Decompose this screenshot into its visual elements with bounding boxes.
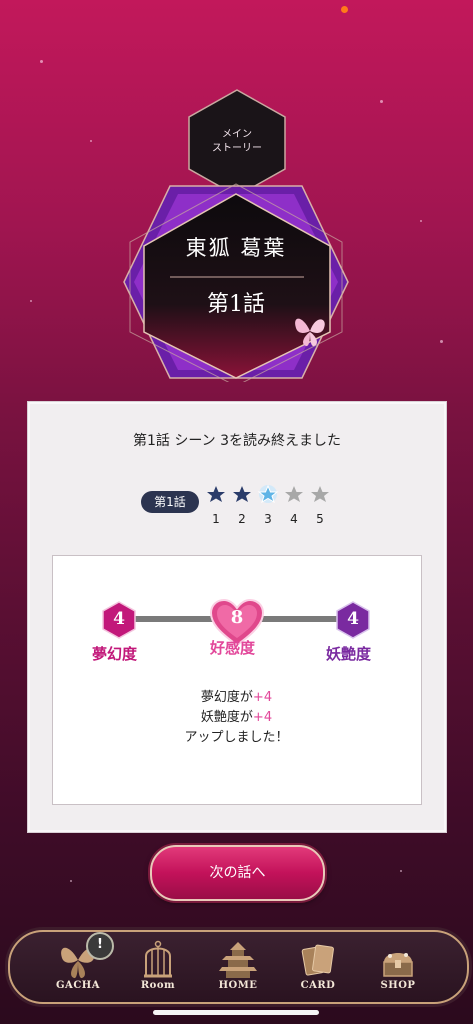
scene-number: 5 <box>316 512 324 526</box>
dream-stat-value: 4 <box>113 609 125 629</box>
cards-icon <box>301 944 334 976</box>
character-name: 東狐 葛葉 <box>185 236 287 260</box>
sparkle <box>380 100 383 103</box>
scene-number: 1 <box>212 512 220 526</box>
sparkle <box>40 60 43 63</box>
stat-line-3: アップしました！ <box>184 730 289 745</box>
sparkle <box>90 140 92 142</box>
stat-line-1-text: 夢幻度が <box>200 690 253 705</box>
pagoda-icon <box>219 942 257 978</box>
scene-numbers: 1 2 3 4 5 <box>203 512 333 528</box>
birdcage-icon <box>144 940 172 978</box>
title-divider <box>170 276 304 278</box>
sparkle <box>70 880 72 882</box>
category-line1: メイン <box>222 129 252 140</box>
stat-change-text: 夢幻度が+4 妖艶度が+4 アップしました！ <box>0 688 473 748</box>
nav-shop-label: SHOP <box>380 980 416 991</box>
stat-line-2: 妖艶度が+4 <box>0 708 473 728</box>
home-indicator <box>153 1010 319 1015</box>
completion-message: 第1話 シーン 3を読み終えました <box>132 433 341 449</box>
scene-star-2 <box>233 486 251 502</box>
status-indicator-dot <box>341 6 348 13</box>
gacha-notification-badge: ! <box>86 932 114 960</box>
stat-line-2-text: 妖艶度が <box>200 710 253 725</box>
category-label: メイン ストーリー <box>186 128 288 156</box>
next-episode-button[interactable]: 次の話へ <box>150 845 325 901</box>
sparkle <box>440 340 443 343</box>
affection-stat-value: 8 <box>230 607 244 628</box>
sparkle <box>400 870 402 872</box>
scene-progress-stars <box>207 484 329 504</box>
bottom-navigation: GACHA Room HOME CARD SHOP <box>8 930 469 1004</box>
nav-card-label: CARD <box>300 980 336 991</box>
stat-line-1: 夢幻度が+4 <box>0 688 473 708</box>
stat-line-1-plus: +4 <box>252 690 273 705</box>
nav-card[interactable]: CARD <box>278 932 358 1002</box>
chapter-emblem <box>123 183 349 382</box>
scene-number: 4 <box>290 512 298 526</box>
nav-home[interactable]: HOME <box>198 932 278 1002</box>
nav-gacha-label: GACHA <box>56 980 100 991</box>
nav-home-label: HOME <box>218 980 258 991</box>
chapter-title: 第1話 <box>207 292 265 317</box>
butterfly-icon <box>295 318 325 347</box>
scene-number: 2 <box>238 512 246 526</box>
category-line2: ストーリー <box>212 143 262 154</box>
nav-shop[interactable]: SHOP <box>358 932 438 1002</box>
stat-change-box <box>52 555 422 805</box>
nav-room-label: Room <box>140 980 176 991</box>
scene-star-4 <box>285 486 303 502</box>
allure-stat-label: 妖艶度 <box>326 645 372 663</box>
allure-stat-value: 4 <box>347 609 359 629</box>
sparkle <box>420 220 422 222</box>
sparkle <box>30 300 32 302</box>
episode-badge: 第1話 <box>141 491 199 513</box>
affection-stat-label: 好感度 <box>210 639 256 657</box>
treasure-chest-icon <box>383 953 413 977</box>
stat-line-2-plus: +4 <box>252 710 273 725</box>
scene-number: 3 <box>264 512 272 526</box>
scene-star-5 <box>311 486 329 502</box>
nav-room[interactable]: Room <box>118 932 198 1002</box>
scene-star-1 <box>207 486 225 502</box>
dream-stat-label: 夢幻度 <box>92 645 138 663</box>
